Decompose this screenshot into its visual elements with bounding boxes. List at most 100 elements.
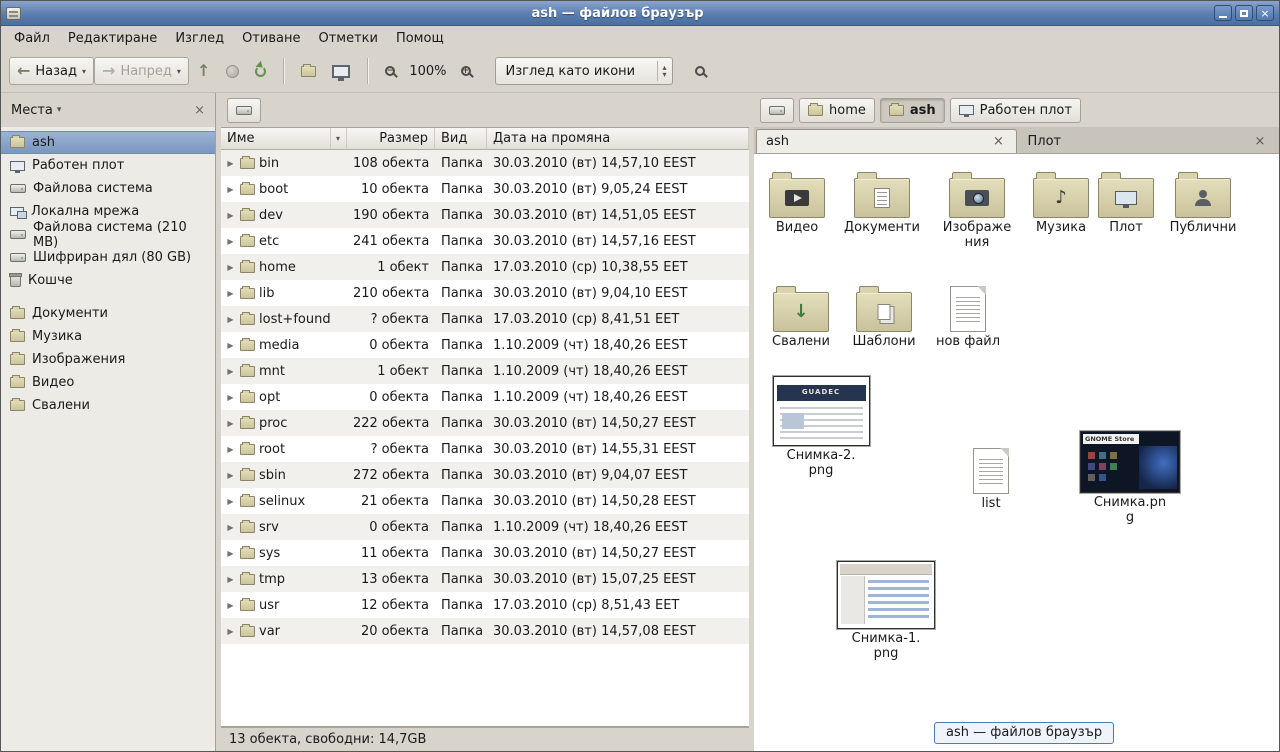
maximize-button[interactable] <box>1235 5 1253 21</box>
tab-close-button[interactable]: × <box>991 134 1007 149</box>
icon-item-свалени[interactable]: ↓ Свалени <box>760 284 842 350</box>
expander-icon[interactable]: ▶ <box>225 237 236 246</box>
expander-icon[interactable]: ▶ <box>225 185 236 194</box>
menu-item-изглед[interactable]: Изглед <box>166 29 233 48</box>
file-row-srv[interactable]: ▶ srv 0 обекта Папка 1.10.2009 (чт) 18,4… <box>221 514 749 540</box>
pathbar-button-работен-плот[interactable]: Работен плот <box>950 98 1081 123</box>
column-dropdown-icon[interactable]: ▾ <box>330 128 340 149</box>
expander-icon[interactable]: ▶ <box>225 549 236 558</box>
sidebar-item-ash[interactable]: ash <box>1 131 215 154</box>
icon-item-изображения[interactable]: Изображения <box>934 170 1020 251</box>
places-caret-icon[interactable]: ▾ <box>57 105 190 115</box>
file-row-mnt[interactable]: ▶ mnt 1 обект Папка 1.10.2009 (чт) 18,40… <box>221 358 749 384</box>
stop-button[interactable] <box>218 59 247 84</box>
column-header-name[interactable]: Име ▾ <box>221 128 347 150</box>
file-row-boot[interactable]: ▶ boot 10 обекта Папка 30.03.2010 (вт) 9… <box>221 176 749 202</box>
tab-ash[interactable]: ash × <box>756 129 1017 153</box>
file-row-lost+found[interactable]: ▶ lost+found ? обекта Папка 17.03.2010 (… <box>221 306 749 332</box>
tab-close-button[interactable]: × <box>1252 134 1268 149</box>
menu-item-редактиране[interactable]: Редактиране <box>59 29 166 48</box>
icon-item-шаблони[interactable]: Шаблони <box>842 284 926 350</box>
file-row-home[interactable]: ▶ home 1 обект Папка 17.03.2010 (ср) 10,… <box>221 254 749 280</box>
reload-button[interactable] <box>247 60 274 83</box>
zoom-out-button[interactable]: − <box>377 60 403 82</box>
left-pathbar-root-button[interactable] <box>227 98 261 123</box>
view-mode-select[interactable]: Изглед като икони ▴ ▾ <box>495 57 673 85</box>
icon-item-музика[interactable]: ♪ Музика <box>1021 170 1101 236</box>
column-header-size[interactable]: Размер <box>347 128 435 150</box>
icon-item-публични[interactable]: Публични <box>1160 170 1246 236</box>
home-button[interactable] <box>293 60 324 83</box>
file-row-proc[interactable]: ▶ proc 222 обекта Папка 30.03.2010 (вт) … <box>221 410 749 436</box>
expander-icon[interactable]: ▶ <box>225 471 236 480</box>
search-button[interactable] <box>687 60 713 82</box>
icon-item-снимка-2.png[interactable]: GUADEC Снимка-2.png <box>768 376 874 479</box>
expander-icon[interactable]: ▶ <box>225 523 236 532</box>
menu-item-отметки[interactable]: Отметки <box>309 29 386 48</box>
expander-icon[interactable]: ▶ <box>225 575 236 584</box>
sidebar-item-работен-плот[interactable]: Работен плот <box>1 154 215 177</box>
file-row-etc[interactable]: ▶ etc 241 обекта Папка 30.03.2010 (вт) 1… <box>221 228 749 254</box>
tab-плот[interactable]: Плот × <box>1019 129 1278 153</box>
expander-icon[interactable]: ▶ <box>225 419 236 428</box>
pathbar-root-button[interactable] <box>760 98 794 123</box>
icon-item-документи[interactable]: Документи <box>838 170 926 236</box>
file-row-selinux[interactable]: ▶ selinux 21 обекта Папка 30.03.2010 (вт… <box>221 488 749 514</box>
sidebar-item-музика[interactable]: Музика <box>1 325 215 348</box>
sidebar-item-документи[interactable]: Документи <box>1 302 215 325</box>
places-title[interactable]: Места <box>11 103 53 118</box>
sidebar-item-файлова-система[interactable]: Файлова система <box>1 177 215 200</box>
file-row-lib[interactable]: ▶ lib 210 обекта Папка 30.03.2010 (вт) 9… <box>221 280 749 306</box>
file-row-bin[interactable]: ▶ bin 108 обекта Папка 30.03.2010 (вт) 1… <box>221 150 749 176</box>
expander-icon[interactable]: ▶ <box>225 627 236 636</box>
expander-icon[interactable]: ▶ <box>225 315 236 324</box>
file-row-dev[interactable]: ▶ dev 190 обекта Папка 30.03.2010 (вт) 1… <box>221 202 749 228</box>
file-row-usr[interactable]: ▶ usr 12 обекта Папка 17.03.2010 (ср) 8,… <box>221 592 749 618</box>
expander-icon[interactable]: ▶ <box>225 393 236 402</box>
menu-item-помощ[interactable]: Помощ <box>387 29 453 48</box>
file-row-var[interactable]: ▶ var 20 обекта Папка 30.03.2010 (вт) 14… <box>221 618 749 644</box>
file-row-sbin[interactable]: ▶ sbin 272 обекта Папка 30.03.2010 (вт) … <box>221 462 749 488</box>
icon-item-нов-файл[interactable]: нов файл <box>926 284 1010 350</box>
menu-item-отиване[interactable]: Отиване <box>233 29 309 48</box>
sidebar-item-свалени[interactable]: Свалени <box>1 394 215 417</box>
expander-icon[interactable]: ▶ <box>225 289 236 298</box>
icon-item-list[interactable]: list <box>950 446 1032 512</box>
computer-button[interactable] <box>324 59 358 84</box>
sidebar-item-кошче[interactable]: Кошче <box>1 269 215 292</box>
pathbar-button-home[interactable]: home <box>799 98 875 123</box>
expander-icon[interactable]: ▶ <box>225 211 236 220</box>
expander-icon[interactable]: ▶ <box>225 341 236 350</box>
file-row-sys[interactable]: ▶ sys 11 обекта Папка 30.03.2010 (вт) 14… <box>221 540 749 566</box>
file-row-tmp[interactable]: ▶ tmp 13 обекта Папка 30.03.2010 (вт) 15… <box>221 566 749 592</box>
expander-icon[interactable]: ▶ <box>225 263 236 272</box>
back-button[interactable]: ← Назад ▾ <box>9 57 94 85</box>
pathbar-button-ash[interactable]: ash <box>880 98 945 123</box>
column-header-type[interactable]: Вид <box>435 128 487 150</box>
expander-icon[interactable]: ▶ <box>225 367 236 376</box>
titlebar[interactable]: ash — файлов браузър × <box>1 1 1279 26</box>
file-row-root[interactable]: ▶ root ? обекта Папка 30.03.2010 (вт) 14… <box>221 436 749 462</box>
sidebar-item-файлова-система-(210-mb)[interactable]: Файлова система (210 MB) <box>1 223 215 246</box>
file-row-media[interactable]: ▶ media 0 обекта Папка 1.10.2009 (чт) 18… <box>221 332 749 358</box>
file-row-opt[interactable]: ▶ opt 0 обекта Папка 1.10.2009 (чт) 18,4… <box>221 384 749 410</box>
expander-icon[interactable]: ▶ <box>225 159 236 168</box>
icon-item-снимка.png[interactable]: GNOME Store Снимка.png <box>1076 431 1184 526</box>
column-header-modified[interactable]: Дата на промяна <box>487 128 749 150</box>
icon-item-видео[interactable]: Видео <box>756 170 838 236</box>
sidebar-item-изображения[interactable]: Изображения <box>1 348 215 371</box>
expander-icon[interactable]: ▶ <box>225 497 236 506</box>
places-close-button[interactable]: × <box>190 103 209 118</box>
close-button[interactable]: × <box>1256 5 1274 21</box>
menu-item-файл[interactable]: Файл <box>5 29 59 48</box>
minimize-button[interactable] <box>1214 5 1232 21</box>
expander-icon[interactable]: ▶ <box>225 445 236 454</box>
sidebar-item-видео[interactable]: Видео <box>1 371 215 394</box>
icon-item-плот[interactable]: Плот <box>1090 170 1162 236</box>
zoom-in-button[interactable]: + <box>453 60 479 82</box>
up-button[interactable]: ↑ <box>189 57 218 85</box>
sidebar-item-шифриран-дял-(80-gb)[interactable]: Шифриран дял (80 GB) <box>1 246 215 269</box>
forward-button[interactable]: → Напред ▾ <box>94 57 189 85</box>
icon-item-снимка-1.png[interactable]: Снимка-1.png <box>832 561 940 662</box>
expander-icon[interactable]: ▶ <box>225 601 236 610</box>
